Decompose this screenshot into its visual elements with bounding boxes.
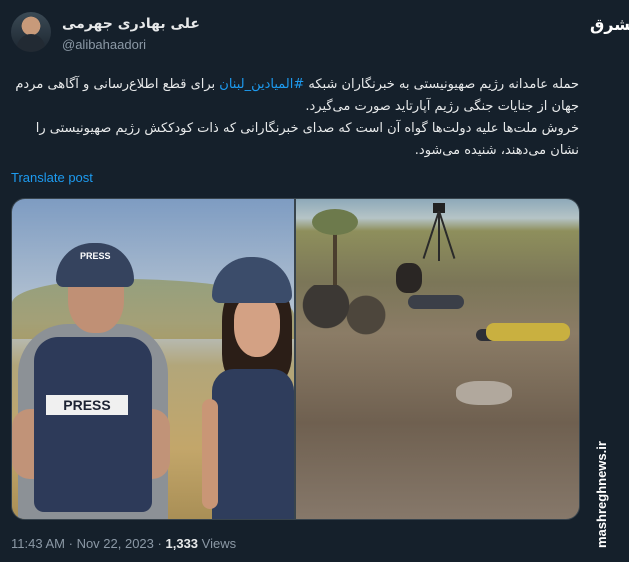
photo-woman-arm bbox=[202, 399, 218, 509]
photo-man-vest bbox=[34, 337, 152, 512]
photo-camera-tripod bbox=[422, 203, 456, 261]
tweet-text-part: حمله عامدانه رژیم صهیونیستی به خبرنگاران… bbox=[304, 77, 579, 92]
views-count: 1,333 bbox=[165, 536, 199, 551]
meta-separator: · bbox=[68, 536, 73, 551]
photo-rock bbox=[456, 381, 512, 405]
tripod-leg bbox=[438, 210, 456, 259]
tweet-paragraph-1: حمله عامدانه رژیم صهیونیستی به خبرنگاران… bbox=[11, 74, 579, 118]
avatar-figure bbox=[17, 34, 45, 52]
mashregh-logo: مشرق bbox=[590, 15, 629, 34]
tree-leaves bbox=[312, 209, 358, 235]
photo-tree bbox=[312, 209, 358, 285]
press-helmet-label: PRESS bbox=[80, 251, 111, 261]
views-label: Views bbox=[201, 536, 237, 551]
photo-woman-helmet bbox=[212, 257, 292, 303]
author-display-name[interactable]: علی بهادری جهرمی bbox=[62, 16, 200, 32]
photo-woman-vest bbox=[212, 369, 294, 519]
photo-figure bbox=[396, 263, 422, 293]
photo-man-helmet bbox=[56, 243, 134, 287]
watermark-strip: مشرق mashreghnews.ir bbox=[590, 0, 629, 562]
tree-trunk bbox=[333, 229, 337, 285]
tweet-date[interactable]: Nov 22, 2023 bbox=[77, 536, 154, 551]
media-grid: PRESS PRESS bbox=[11, 198, 580, 520]
photo-scene[interactable] bbox=[296, 199, 579, 519]
watermark-site: mashreghnews.ir bbox=[594, 441, 609, 548]
press-vest-label: PRESS bbox=[46, 395, 128, 415]
meta-separator: · bbox=[157, 536, 162, 551]
tweet-meta: 11:43 AM · Nov 22, 2023 · 1,333 Views bbox=[11, 536, 236, 551]
author-handle[interactable]: @alibahaadori bbox=[62, 37, 146, 52]
photo-figure bbox=[486, 323, 570, 341]
translate-post-link[interactable]: Translate post bbox=[11, 170, 93, 185]
author-avatar[interactable] bbox=[11, 12, 51, 52]
tweet-card: علی بهادری جهرمی @alibahaadori حمله عامد… bbox=[0, 0, 590, 562]
photo-figure bbox=[408, 295, 464, 309]
photo-woman-face bbox=[234, 295, 280, 357]
photo-debris bbox=[296, 285, 396, 335]
tweet-text: حمله عامدانه رژیم صهیونیستی به خبرنگاران… bbox=[11, 74, 579, 162]
photo-journalists[interactable]: PRESS PRESS bbox=[12, 199, 294, 519]
hashtag-link[interactable]: #المیادین_لبنان bbox=[219, 77, 304, 92]
tweet-paragraph-2: خروش ملت‌ها علیه دولت‌ها گواه آن است که … bbox=[35, 121, 579, 158]
tweet-time[interactable]: 11:43 AM bbox=[11, 536, 65, 551]
